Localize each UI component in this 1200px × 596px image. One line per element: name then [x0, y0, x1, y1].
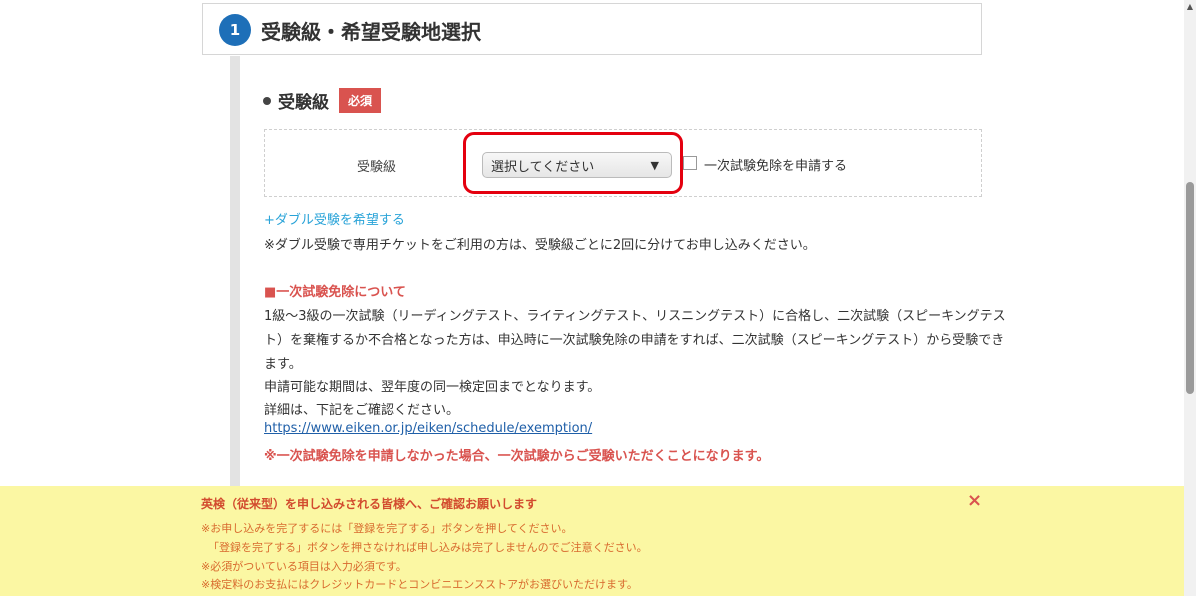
grade-select[interactable]: 選択してください ▼: [482, 152, 672, 178]
scrollbar-thumb[interactable]: [1186, 182, 1194, 394]
section-title: 受験級・希望受験地選択: [261, 20, 481, 44]
exemption-line: ます。: [264, 357, 302, 372]
notice-banner: 英検（従来型）を申し込みされる皆様へ、ご確認お願いします × ※お申し込みを完了…: [0, 486, 1184, 596]
double-exam-link[interactable]: +ダブル受験を希望する: [264, 209, 405, 228]
exemption-url-link[interactable]: https://www.eiken.or.jp/eiken/schedule/e…: [264, 421, 592, 436]
close-icon[interactable]: ×: [967, 490, 982, 511]
notice-line: ※検定料のお支払にはクレジットカードとコンビニエンスストアがお選びいただけます。: [201, 578, 638, 591]
field-heading: 受験級 必須: [263, 88, 382, 113]
page: 1 受験級・希望受験地選択 受験級 必須 受験級 選択してください ▼ 一次試験…: [0, 0, 1200, 596]
exemption-warning: ※一次試験免除を申請しなかった場合、一次試験からご受験いただくことになります。: [264, 449, 770, 464]
notice-line: ※必須がついている項目は入力必須です。: [201, 560, 407, 573]
section-left-rail: [230, 56, 240, 486]
dropdown-arrow-icon: ▼: [650, 158, 659, 172]
exemption-checkbox[interactable]: [683, 156, 697, 170]
grade-field-label: 受験級: [357, 160, 397, 175]
notice-line: 「登録を完了する」ボタンを押さなければ申し込みは完了しませんのでご注意ください。: [208, 541, 648, 554]
grade-select-value: 選択してください: [491, 159, 595, 175]
field-heading-text: 受験級: [278, 93, 329, 113]
exemption-line: ト）を棄権するか不合格となった方は、申込時に一次試験免除の申請をすれば、二次試験…: [264, 333, 1005, 348]
notice-title: 英検（従来型）を申し込みされる皆様へ、ご確認お願いします: [201, 497, 538, 511]
exemption-checkbox-label[interactable]: 一次試験免除を申請する: [704, 155, 847, 174]
double-exam-note: ※ダブル受験で専用チケットをご利用の方は、受験級ごとに2回に分けてお申し込みくだ…: [264, 238, 816, 253]
scroll-up-arrow-icon[interactable]: ▲: [1184, 2, 1196, 14]
exemption-line: 申請可能な期間は、翌年度の同一検定回までとなります。: [264, 380, 601, 395]
exemption-line: 詳細は、下記をご確認ください。: [264, 403, 460, 418]
notice-line: ※お申し込みを完了するには「登録を完了する」ボタンを押してください。: [201, 522, 573, 535]
exemption-line: 1級〜3級の一次試験（リーディングテスト、ライティングテスト、リスニングテスト）…: [264, 309, 1006, 324]
bullet-icon: [263, 96, 271, 105]
section-header: 1 受験級・希望受験地選択: [202, 3, 982, 55]
exemption-heading: ■一次試験免除について: [264, 285, 406, 300]
step-number-badge: 1: [219, 14, 251, 46]
required-badge: 必須: [339, 88, 382, 113]
grade-field-box: 受験級 選択してください ▼ 一次試験免除を申請する: [264, 129, 982, 197]
